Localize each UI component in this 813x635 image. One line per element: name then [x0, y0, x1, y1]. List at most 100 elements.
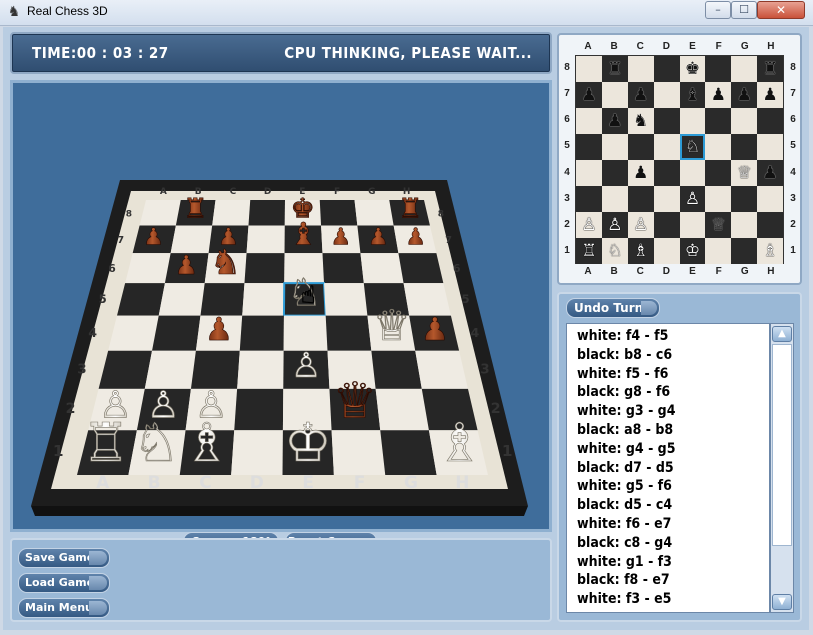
- piece-b1[interactable]: ♘: [607, 241, 622, 261]
- piece-e1[interactable]: ♔: [685, 241, 700, 261]
- move-list-scrollbar[interactable]: ▲ ▼: [770, 323, 794, 613]
- minimize-button[interactable]: –: [705, 1, 731, 19]
- board3d-square[interactable]: [403, 283, 451, 316]
- piece3d-c6[interactable]: ♞: [210, 243, 242, 284]
- square-d8[interactable]: [653, 56, 680, 82]
- square-e8[interactable]: ♚: [679, 56, 706, 82]
- piece3d-e1[interactable]: ♔: [284, 412, 332, 475]
- square-f8[interactable]: [705, 56, 732, 82]
- board3d-square[interactable]: [152, 315, 201, 351]
- square-c6[interactable]: ♞: [627, 108, 654, 134]
- board3d-square[interactable]: [200, 283, 245, 316]
- save-game-button[interactable]: Save Game: [18, 548, 110, 568]
- board3d-square[interactable]: [139, 200, 181, 226]
- square-e3[interactable]: ♙: [679, 186, 706, 212]
- piece-b2[interactable]: ♙: [607, 215, 622, 235]
- board3d-square[interactable]: [325, 315, 372, 351]
- square-c3[interactable]: [627, 186, 654, 212]
- maximize-button[interactable]: ☐: [731, 1, 757, 19]
- board3d-square[interactable]: [246, 225, 285, 254]
- piece-c1[interactable]: ♗: [633, 241, 648, 261]
- piece3d-b8[interactable]: ♜: [183, 193, 208, 225]
- square-e7[interactable]: ♝: [679, 82, 706, 108]
- piece-f2[interactable]: ♕: [711, 215, 726, 235]
- move-item[interactable]: white: g5 - f6: [577, 478, 769, 497]
- board3d-square[interactable]: [170, 225, 213, 254]
- board3d-square[interactable]: [319, 200, 358, 226]
- piece3d-e3[interactable]: ♙: [290, 346, 322, 387]
- board3d-square[interactable]: [398, 253, 444, 284]
- square-e1[interactable]: ♔: [679, 238, 706, 264]
- board3d-square[interactable]: [415, 350, 468, 389]
- square-c2[interactable]: ♙: [627, 212, 654, 238]
- move-item[interactable]: black: g8 - f6: [577, 384, 769, 403]
- move-item[interactable]: black: f8 - e7: [577, 572, 769, 591]
- load-game-button[interactable]: Load Game: [18, 573, 110, 593]
- piece3d-f7[interactable]: ♟: [330, 223, 351, 251]
- move-item[interactable]: white: f5 - f6: [577, 366, 769, 385]
- square-d2[interactable]: [653, 212, 680, 238]
- board3d-square[interactable]: [360, 253, 404, 284]
- move-item[interactable]: white: f3 - e5: [577, 591, 769, 610]
- square-e2[interactable]: [679, 212, 706, 238]
- square-a3[interactable]: [576, 186, 602, 212]
- piece3d-h4[interactable]: ♟: [421, 312, 450, 349]
- piece-c6[interactable]: ♞: [633, 111, 648, 131]
- board-2d[interactable]: ♜ ♚ ♜ ♟ ♟ ♝ ♟ ♟ ♟ ♟ ♞ ♘ ♟ ♕ ♟ ♙ ♙ ♙ ♙ ♕ ♖ ♘ ♗ ♔ ♗: [575, 55, 784, 264]
- square-g1[interactable]: [731, 238, 758, 264]
- square-g3[interactable]: [731, 186, 758, 212]
- move-item[interactable]: black: a8 - b8: [577, 422, 769, 441]
- square-h7[interactable]: ♟: [757, 82, 783, 108]
- square-e6[interactable]: [679, 108, 706, 134]
- square-b2[interactable]: ♙: [601, 212, 628, 238]
- piece-h4[interactable]: ♟: [762, 163, 777, 183]
- square-h3[interactable]: [757, 186, 783, 212]
- scroll-down-icon[interactable]: ▼: [772, 594, 792, 610]
- board3d-square[interactable]: [380, 430, 437, 475]
- square-b7[interactable]: [601, 82, 628, 108]
- square-h8[interactable]: ♜: [757, 56, 783, 82]
- square-c4[interactable]: ♟: [627, 160, 654, 186]
- piece-a2[interactable]: ♙: [581, 215, 596, 235]
- board3d-square[interactable]: [324, 283, 368, 316]
- move-item[interactable]: black: c8 - g4: [577, 535, 769, 554]
- move-item[interactable]: black: b8 - c6: [577, 347, 769, 366]
- square-a8[interactable]: [576, 56, 602, 82]
- square-f3[interactable]: [705, 186, 732, 212]
- square-c1[interactable]: ♗: [627, 238, 654, 264]
- move-item[interactable]: black: d5 - c4: [577, 497, 769, 516]
- piece-h7[interactable]: ♟: [762, 85, 777, 105]
- piece3d-c4[interactable]: ♟: [204, 312, 233, 349]
- square-g8[interactable]: [731, 56, 758, 82]
- square-d6[interactable]: [653, 108, 680, 134]
- square-g4[interactable]: ♕: [731, 160, 758, 186]
- square-f1[interactable]: [705, 238, 732, 264]
- piece-h8[interactable]: ♜: [762, 59, 777, 79]
- board3d-square[interactable]: [234, 388, 284, 431]
- board3d-square[interactable]: [108, 315, 159, 351]
- square-d5[interactable]: [653, 134, 680, 160]
- piece-f7[interactable]: ♟: [711, 85, 726, 105]
- board3d-square[interactable]: [239, 315, 284, 351]
- square-f6[interactable]: [705, 108, 732, 134]
- move-item[interactable]: white: g3 - g4: [577, 403, 769, 422]
- square-c7[interactable]: ♟: [627, 82, 654, 108]
- square-e5[interactable]: ♘: [679, 134, 706, 160]
- board3d-square[interactable]: [212, 200, 251, 226]
- piece3d-a7[interactable]: ♟: [143, 223, 164, 251]
- square-a1[interactable]: ♖: [576, 238, 602, 264]
- square-b5[interactable]: [601, 134, 628, 160]
- piece3d-e7[interactable]: ♝: [289, 216, 317, 253]
- piece-c4[interactable]: ♟: [633, 163, 648, 183]
- piece-e7[interactable]: ♝: [685, 85, 700, 105]
- undo-turn-button[interactable]: Undo Turn: [566, 298, 660, 318]
- board3d-square[interactable]: [248, 200, 285, 226]
- square-g5[interactable]: [731, 134, 758, 160]
- square-d1[interactable]: [653, 238, 680, 264]
- square-f5[interactable]: [705, 134, 732, 160]
- board3d-square[interactable]: [242, 283, 285, 316]
- piece3d-a1[interactable]: ♖: [82, 412, 130, 475]
- square-a6[interactable]: [576, 108, 602, 134]
- square-g7[interactable]: ♟: [731, 82, 758, 108]
- scroll-thumb[interactable]: [772, 344, 792, 546]
